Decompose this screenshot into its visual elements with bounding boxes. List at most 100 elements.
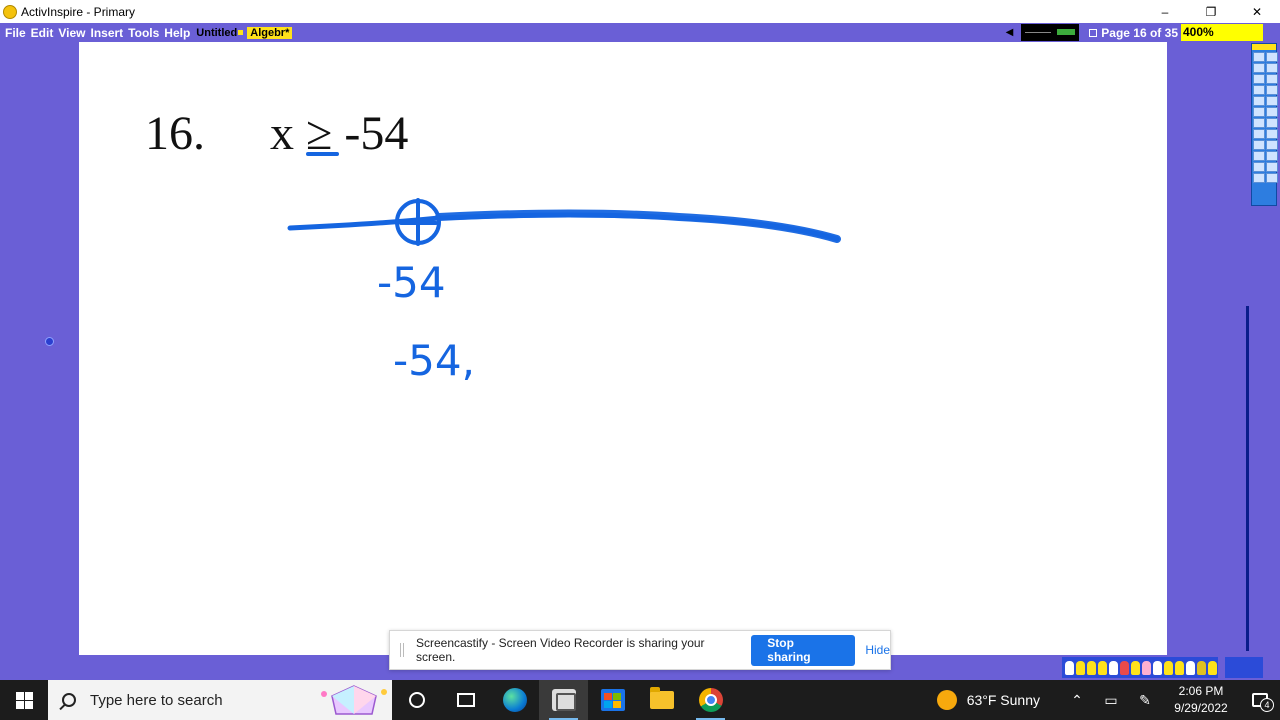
menu-insert[interactable]: Insert — [90, 26, 123, 40]
tool-icon[interactable] — [1253, 96, 1265, 106]
tool-icon[interactable] — [1253, 129, 1265, 139]
pen-icon[interactable]: ✎ — [1128, 692, 1162, 709]
palette-controls[interactable] — [1225, 657, 1263, 678]
chrome-icon — [698, 688, 723, 712]
swatch-yellow-2[interactable] — [1087, 660, 1096, 675]
menu-file[interactable]: File — [5, 26, 26, 40]
swatch-white-3[interactable] — [1153, 660, 1162, 675]
tool-icon[interactable] — [1253, 107, 1265, 117]
edge-button[interactable] — [490, 680, 539, 720]
store-button[interactable] — [588, 680, 637, 720]
screen-share-bar: Screencastify - Screen Video Recorder is… — [389, 630, 891, 670]
menu-view[interactable]: View — [58, 26, 85, 40]
restore-button[interactable]: ❐ — [1188, 0, 1234, 23]
tool-icon[interactable] — [1266, 52, 1278, 62]
doc-tab-algebra[interactable]: Algebr* — [247, 26, 293, 39]
weather-text[interactable]: 63°F Sunny — [967, 692, 1040, 708]
tool-icon[interactable] — [1253, 140, 1265, 150]
menu-edit[interactable]: Edit — [31, 26, 54, 40]
swatch-yellow-7[interactable] — [1208, 660, 1217, 675]
windows-taskbar: Type here to search 63°F Sunny ⌃ ▭ ✎ 2:0… — [0, 680, 1280, 720]
color-palette[interactable] — [1062, 657, 1218, 678]
toolbox-tools — [1252, 50, 1278, 185]
page-indicator: Page 16 of 35 — [1101, 25, 1178, 40]
start-button[interactable] — [0, 680, 48, 720]
window-title: ActivInspire - Primary — [21, 4, 136, 19]
hide-button[interactable]: Hide — [865, 643, 890, 657]
cortana-icon — [408, 692, 425, 708]
stop-sharing-button[interactable]: Stop sharing — [751, 634, 856, 666]
flipchart-page[interactable]: 16. x ≥ -54 -54 -54, — [79, 42, 1167, 655]
zoom-level[interactable]: 400% — [1181, 24, 1263, 41]
page-thumbnail[interactable] — [1021, 24, 1080, 41]
tool-icon[interactable] — [1266, 74, 1278, 84]
microsoft-store-icon — [600, 689, 625, 711]
search-placeholder: Type here to search — [90, 691, 223, 709]
tool-icon[interactable] — [1266, 107, 1278, 117]
tool-icon[interactable] — [1266, 96, 1278, 106]
tool-icon[interactable] — [1266, 140, 1278, 150]
doc-tab-untitled[interactable]: Untitled — [196, 27, 237, 39]
tool-icon[interactable] — [1253, 162, 1265, 172]
windows-logo-icon — [15, 691, 33, 709]
tool-icon[interactable] — [1253, 52, 1265, 62]
taskbar-search[interactable]: Type here to search — [48, 680, 392, 720]
swatch-pink[interactable] — [1142, 660, 1151, 675]
activinspire-taskbar-button[interactable] — [539, 680, 588, 720]
tab-close-icon[interactable] — [238, 30, 244, 35]
tool-icon[interactable] — [1253, 151, 1265, 161]
menu-help[interactable]: Help — [164, 26, 190, 40]
tool-icon[interactable] — [1266, 173, 1278, 183]
chevron-left-icon[interactable]: ◀ — [1006, 27, 1014, 38]
network-icon[interactable]: ▭ — [1094, 692, 1128, 709]
menu-bar: File Edit View Insert Tools Help Untitle… — [0, 23, 1280, 42]
minimize-button[interactable]: – — [1142, 0, 1188, 23]
clock[interactable]: 2:06 PM 9/29/2022 — [1162, 683, 1240, 717]
close-button[interactable]: ✕ — [1234, 0, 1280, 23]
tool-icon[interactable] — [1266, 129, 1278, 139]
tool-icon[interactable] — [1253, 85, 1265, 95]
tool-icon[interactable] — [1266, 151, 1278, 161]
file-explorer-button[interactable] — [637, 680, 686, 720]
tool-icon[interactable] — [1253, 74, 1265, 84]
window-controls: – ❐ ✕ — [1142, 0, 1280, 23]
chrome-button[interactable] — [686, 680, 735, 720]
page-icon — [1089, 28, 1098, 37]
swatch-yellow[interactable] — [1076, 660, 1085, 675]
ink-label-negative-54: -54 — [377, 258, 446, 307]
task-view-button[interactable] — [441, 680, 490, 720]
edge-icon — [502, 688, 527, 712]
activinspire-app-icon — [3, 4, 17, 19]
tool-icon[interactable] — [1253, 63, 1265, 73]
swatch-white-2[interactable] — [1109, 660, 1118, 675]
swatch-yellow-3[interactable] — [1098, 660, 1107, 675]
ink-number-line-shade — [435, 209, 841, 243]
swatch-white[interactable] — [1065, 660, 1074, 675]
cortana-button[interactable] — [392, 680, 441, 720]
tool-icon[interactable] — [1253, 173, 1265, 183]
weather-sun-icon[interactable] — [936, 690, 957, 710]
page-marker-icon[interactable] — [45, 337, 54, 346]
swatch-red[interactable] — [1120, 660, 1129, 675]
chevron-up-icon[interactable]: ⌃ — [1060, 692, 1094, 709]
notification-center-button[interactable]: 4 — [1240, 680, 1280, 720]
swatch-white-4[interactable] — [1186, 660, 1195, 675]
tool-icon[interactable] — [1253, 118, 1265, 128]
ink-annotations: -54 -54, — [287, 152, 841, 385]
menu-tools[interactable]: Tools — [128, 26, 159, 40]
clock-date: 9/29/2022 — [1174, 701, 1228, 715]
swatch-gold[interactable] — [1197, 660, 1206, 675]
tool-icon[interactable] — [1266, 118, 1278, 128]
main-toolbox[interactable] — [1251, 43, 1278, 206]
swatch-yellow-4[interactable] — [1131, 660, 1140, 675]
activinspire-icon — [551, 689, 576, 711]
clock-time: 2:06 PM — [1178, 684, 1224, 698]
vertical-scrollbar[interactable] — [1246, 306, 1249, 651]
swatch-yellow-5[interactable] — [1164, 660, 1173, 675]
tool-icon[interactable] — [1266, 63, 1278, 73]
drag-handle-icon[interactable] — [400, 643, 404, 657]
tool-icon[interactable] — [1266, 162, 1278, 172]
search-icon — [62, 693, 76, 707]
swatch-yellow-6[interactable] — [1175, 660, 1184, 675]
tool-icon[interactable] — [1266, 85, 1278, 95]
